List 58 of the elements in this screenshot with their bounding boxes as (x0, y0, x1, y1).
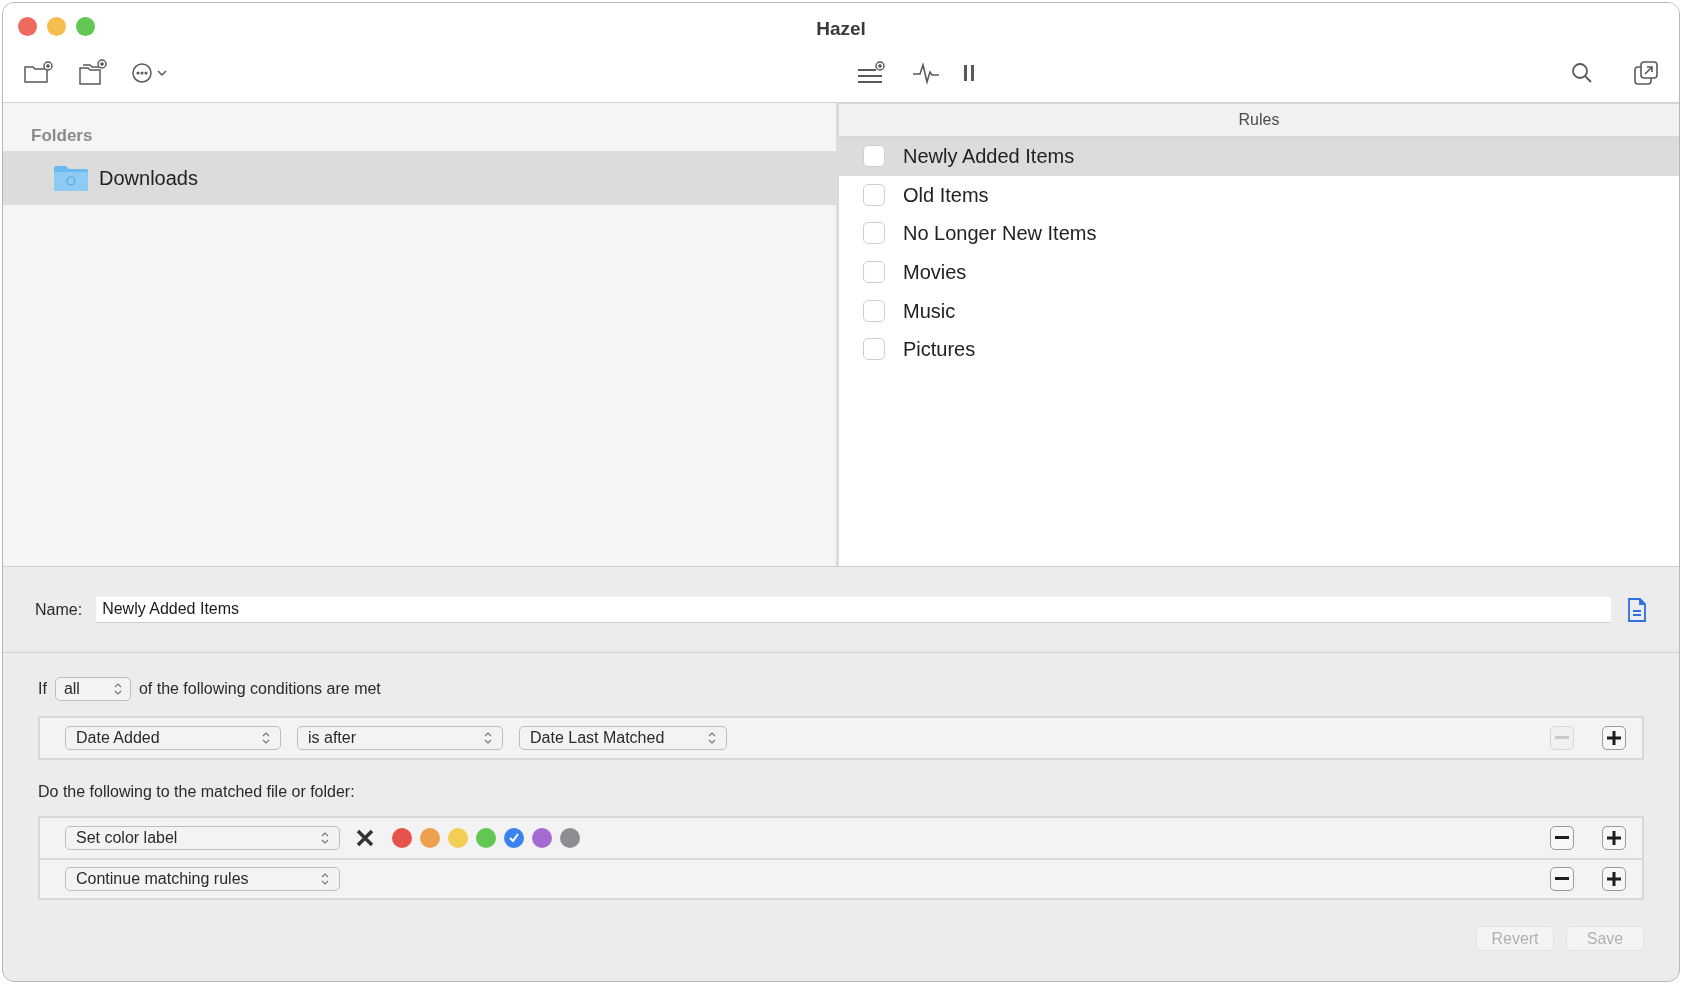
pause-icon[interactable] (962, 64, 976, 82)
add-button[interactable] (1602, 826, 1626, 850)
activity-icon[interactable] (912, 61, 940, 85)
stepper-icon (484, 732, 492, 744)
action-dropdown[interactable]: Continue matching rules (65, 867, 340, 891)
minus-icon (1555, 877, 1569, 881)
value-dropdown[interactable]: Date Last Matched (519, 726, 727, 750)
remove-button[interactable] (1550, 826, 1574, 850)
condition-prefix: If (38, 679, 47, 699)
attribute-dropdown[interactable]: Date Added (65, 726, 281, 750)
name-label: Name: (35, 599, 83, 620)
folder-icon (53, 164, 89, 192)
window-title: Hazel (816, 18, 866, 39)
rule-checkbox[interactable] (863, 299, 885, 322)
color-swatch[interactable] (392, 828, 412, 848)
folder-item[interactable]: Downloads (3, 151, 836, 205)
rule-checkbox[interactable] (863, 222, 885, 245)
stepper-icon (113, 683, 122, 695)
rule-checkbox[interactable] (863, 145, 885, 168)
minus-icon (1555, 836, 1569, 840)
rule-item[interactable]: Newly Added Items (839, 137, 1679, 176)
name-field[interactable]: Newly Added Items (96, 596, 1611, 623)
color-swatch[interactable] (448, 828, 468, 848)
folders-header: Folders (31, 126, 93, 145)
rule-checkbox[interactable] (863, 338, 885, 361)
plus-icon (1607, 831, 1621, 845)
minus-icon (1555, 736, 1569, 740)
color-swatch[interactable] (532, 828, 552, 848)
color-swatch[interactable] (420, 828, 440, 848)
condition-suffix: of the following conditions are met (138, 679, 381, 699)
external-window-icon[interactable] (1633, 60, 1659, 86)
action-dropdown[interactable]: Set color label (65, 826, 340, 850)
add-rule-icon[interactable] (856, 60, 886, 86)
color-swatch[interactable] (560, 828, 580, 848)
zoom-button[interactable] (76, 16, 95, 36)
stepper-icon (262, 732, 270, 744)
color-swatch[interactable] (504, 828, 524, 848)
add-button[interactable] (1602, 726, 1626, 750)
add-button[interactable] (1602, 867, 1626, 891)
color-swatch[interactable] (476, 828, 496, 848)
stepper-icon (321, 832, 329, 844)
folder-plus-icon[interactable] (23, 61, 53, 85)
rule-checkbox[interactable] (863, 183, 885, 206)
document-icon[interactable] (1627, 596, 1647, 623)
match-dropdown[interactable]: all (54, 677, 131, 701)
close-button[interactable] (18, 16, 37, 36)
folders-plus-icon[interactable] (77, 59, 107, 87)
stepper-icon (708, 732, 716, 744)
remove-button[interactable] (1550, 867, 1574, 891)
plus-icon (1607, 731, 1621, 745)
rule-checkbox[interactable] (863, 261, 885, 284)
clear-label-icon[interactable] (356, 829, 374, 847)
rules-header: Rules (1238, 110, 1280, 130)
search-icon[interactable] (1571, 62, 1593, 84)
plus-icon (1607, 872, 1621, 886)
stepper-icon (321, 873, 329, 885)
actions-heading: Do the following to the matched file or folder: (38, 783, 355, 800)
operator-dropdown[interactable]: is after (297, 726, 503, 750)
